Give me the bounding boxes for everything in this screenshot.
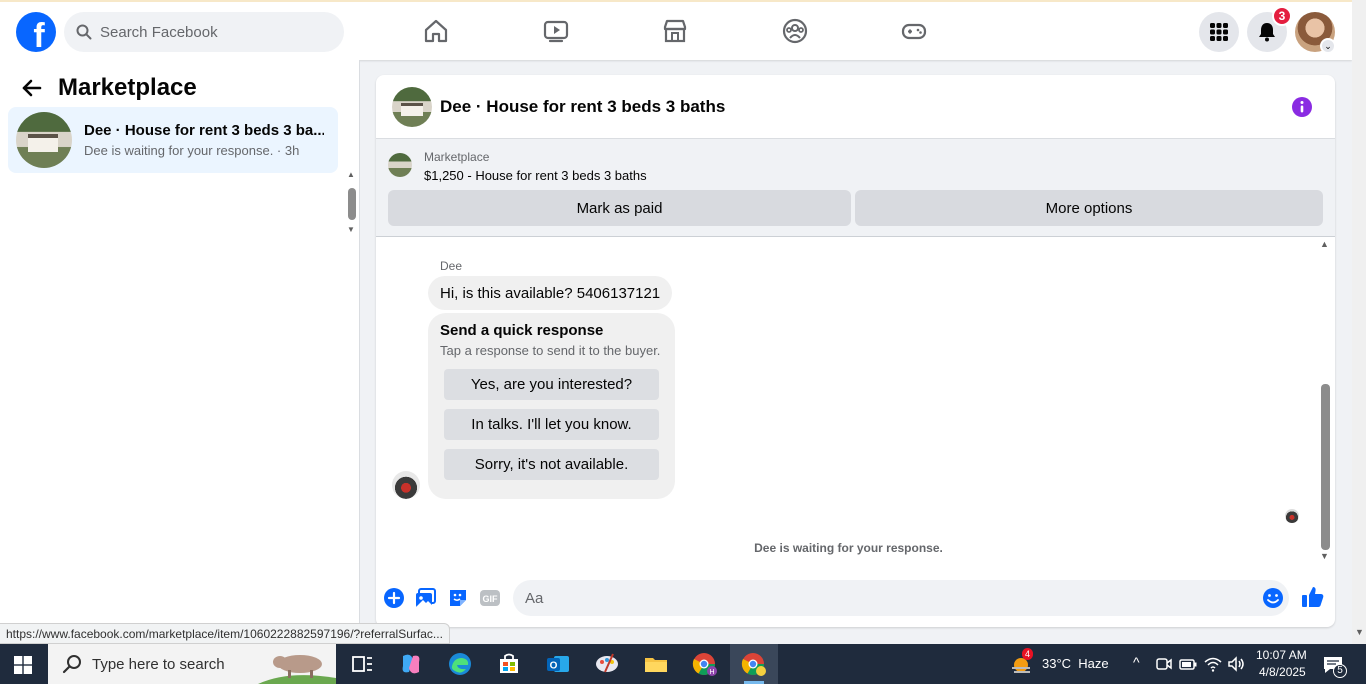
listing-banner: Marketplace $1,250 - House for rent 3 be…: [376, 139, 1335, 237]
menu-button[interactable]: [1199, 12, 1239, 52]
search-icon: [62, 655, 81, 674]
scroll-down-arrow-icon[interactable]: ▼: [1355, 627, 1364, 637]
status-url-bar: https://www.facebook.com/marketplace/ite…: [0, 623, 450, 644]
top-navigation-bar: f 3 ⌄: [0, 0, 1352, 60]
edge-icon[interactable]: [446, 650, 474, 678]
copilot-icon[interactable]: [397, 650, 425, 678]
message-bubble[interactable]: Hi, is this available? 5406137121: [428, 276, 673, 310]
task-view-icon[interactable]: [348, 650, 376, 678]
groups-icon[interactable]: [782, 18, 808, 44]
sender-name: Dee: [440, 259, 463, 273]
message-input[interactable]: [513, 580, 1289, 616]
marketplace-icon[interactable]: [662, 18, 688, 44]
taskbar-search-box[interactable]: Type here to search: [48, 644, 336, 684]
scroll-up-arrow-icon[interactable]: ▲: [1320, 239, 1329, 249]
scroll-down-arrow-icon[interactable]: ▼: [347, 225, 355, 234]
listing-thumbnail: [16, 112, 72, 168]
scrollbar-thumb[interactable]: [348, 188, 356, 220]
thumbs-up-icon[interactable]: [1301, 585, 1325, 609]
pig-illustration-icon: [258, 655, 336, 684]
marketplace-inbox-panel: Marketplace Dee · House for rent 3 beds …: [0, 60, 360, 644]
weather-text[interactable]: 33°C Haze: [1042, 656, 1109, 671]
listing-source-label: Marketplace: [424, 150, 490, 164]
chevron-down-icon[interactable]: ⌄: [1320, 38, 1336, 54]
svg-text:O: O: [550, 661, 558, 672]
conversation-status: Dee is waiting for your response. · 3h: [84, 143, 300, 158]
paint-icon[interactable]: [593, 650, 621, 678]
search-icon: [76, 24, 92, 40]
quick-response-in-talks-button[interactable]: In talks. I'll let you know.: [444, 409, 659, 440]
page-scrollbar[interactable]: ▼: [1352, 0, 1366, 644]
clock-date[interactable]: 4/8/2025: [1259, 665, 1306, 679]
conversation-name: Dee · House for rent 3 beds 3 ba...: [84, 122, 324, 139]
facebook-logo-icon[interactable]: f: [16, 12, 56, 52]
chat-title[interactable]: Dee · House for rent 3 beds 3 baths: [440, 97, 725, 117]
page-title: Marketplace: [58, 74, 197, 101]
back-arrow-icon[interactable]: [20, 76, 44, 100]
quick-response-interested-button[interactable]: Yes, are you interested?: [444, 369, 659, 400]
svg-text:H: H: [709, 669, 714, 676]
info-icon[interactable]: [1292, 97, 1312, 117]
gif-icon[interactable]: GIF: [479, 587, 501, 609]
listing-thumbnail[interactable]: [392, 86, 432, 127]
clock-time[interactable]: 10:07 AM: [1256, 648, 1307, 662]
scroll-up-arrow-icon[interactable]: ▲: [347, 170, 355, 179]
scroll-down-arrow-icon[interactable]: ▼: [1320, 551, 1329, 561]
file-explorer-icon[interactable]: [642, 650, 670, 678]
quick-response-title: Send a quick response: [440, 322, 604, 339]
plus-circle-icon[interactable]: [383, 587, 405, 609]
svg-text:GIF: GIF: [483, 594, 499, 604]
bell-icon: [1259, 23, 1275, 42]
message-list: Dee Hi, is this available? 5406137121 Se…: [376, 237, 1335, 569]
gaming-icon[interactable]: [901, 18, 927, 44]
wifi-icon[interactable]: [1203, 654, 1223, 674]
waiting-status-note: Dee is waiting for your response.: [754, 541, 943, 555]
panel-header: Marketplace: [20, 74, 197, 102]
listing-thumbnail[interactable]: [388, 153, 412, 177]
chrome-profile-icon[interactable]: H: [691, 650, 719, 678]
volume-icon[interactable]: [1226, 654, 1246, 674]
microsoft-store-icon[interactable]: [495, 650, 523, 678]
message-composer: GIF: [376, 575, 1335, 621]
quick-response-not-available-button[interactable]: Sorry, it's not available.: [444, 449, 659, 480]
more-options-button[interactable]: More options: [855, 190, 1323, 226]
home-icon[interactable]: [423, 18, 449, 44]
windows-start-icon[interactable]: [14, 656, 32, 674]
scrollbar-thumb[interactable]: [1321, 384, 1330, 550]
conversation-item[interactable]: Dee · House for rent 3 beds 3 ba... Dee …: [8, 107, 338, 173]
meet-now-icon[interactable]: [1154, 654, 1174, 674]
quick-response-card: Send a quick response Tap a response to …: [428, 313, 675, 499]
listing-price-title[interactable]: $1,250 - House for rent 3 beds 3 baths: [424, 168, 647, 183]
search-box[interactable]: [64, 12, 344, 52]
quick-response-subtitle: Tap a response to send it to the buyer.: [440, 343, 661, 358]
grid-menu-icon: [1210, 23, 1228, 41]
sticker-icon[interactable]: [447, 587, 469, 609]
chrome-icon[interactable]: [740, 650, 768, 678]
search-input[interactable]: [100, 23, 320, 41]
chat-header: Dee · House for rent 3 beds 3 baths: [376, 75, 1335, 139]
sender-avatar[interactable]: [392, 471, 420, 499]
notification-badge: 3: [1272, 6, 1292, 26]
mark-as-paid-button[interactable]: Mark as paid: [388, 190, 851, 226]
chat-window: Dee · House for rent 3 beds 3 baths Mark…: [376, 75, 1335, 627]
outlook-icon[interactable]: O: [544, 650, 572, 678]
video-icon[interactable]: [543, 18, 569, 44]
emoji-icon[interactable]: [1262, 587, 1284, 609]
taskbar-search-placeholder: Type here to search: [92, 655, 225, 673]
action-center-badge: 5: [1333, 664, 1347, 678]
battery-icon[interactable]: [1178, 654, 1198, 674]
windows-taskbar: Type here to search O H 4 33°C Haze ^ 10…: [0, 644, 1366, 684]
weather-badge: 4: [1022, 648, 1034, 660]
photo-icon[interactable]: [415, 587, 437, 609]
seen-indicator-avatar: [1285, 509, 1299, 523]
chevron-up-icon[interactable]: ^: [1133, 654, 1140, 670]
